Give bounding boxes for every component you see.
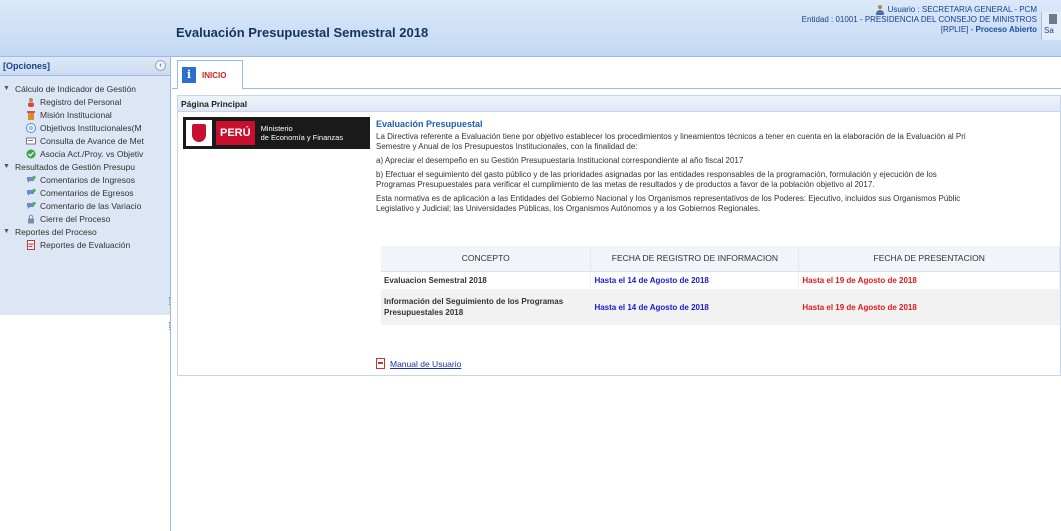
- paragraph: a) Apreciar el desempeño en su Gestión P…: [376, 156, 744, 165]
- presentation-date-cell: Hasta el 19 de Agosto de 2018: [798, 289, 1060, 325]
- menu-item-cierre-proceso[interactable]: Cierre del Proceso: [0, 212, 170, 225]
- session-info: Usuario : SECRETARIA GENERAL - PCM Entid…: [801, 5, 1038, 34]
- manual-link-row: Manual de Usuario: [376, 358, 461, 369]
- exit-button[interactable]: Sa: [1041, 12, 1061, 40]
- people-icon: [28, 97, 34, 107]
- ministry-logo: PERÚ Ministerio de Economía y Finanzas: [183, 117, 370, 149]
- process-status: Proceso Abierto: [975, 25, 1038, 34]
- concept-cell: Evaluacion Semestral 2018: [381, 271, 592, 289]
- section-heading: Evaluación Presupuestal: [376, 119, 483, 129]
- exit-icon: [1049, 14, 1057, 24]
- logo-ministry-line1: Ministerio: [260, 124, 293, 133]
- comment-icon: [27, 201, 36, 209]
- app-header: Evaluación Presupuestal Semestral 2018 U…: [0, 0, 1061, 57]
- tab-bar: i INICIO: [172, 57, 1061, 89]
- info-icon: i: [182, 67, 196, 83]
- user-label: Usuario : SECRETARIA GENERAL - PCM: [887, 5, 1037, 14]
- pdf-icon: [27, 239, 35, 250]
- panel-title: Página Principal: [177, 95, 1061, 112]
- page-title: Evaluación Presupuestal Semestral 2018: [176, 25, 429, 40]
- menu-item-comentario-variaciones[interactable]: Comentario de las Variacio: [0, 199, 170, 212]
- lock-icon: [28, 214, 34, 223]
- paragraph: Legislativo y Judicial; las Universidade…: [376, 204, 761, 213]
- paragraph: Programas Presupuestales para verificar …: [376, 180, 875, 189]
- register-date-cell: Hasta el 14 de Agosto de 2018: [590, 271, 800, 289]
- pdf-icon: [376, 358, 385, 369]
- menu-item-registro-personal[interactable]: Registro del Personal: [0, 95, 170, 108]
- column-header: FECHA DE REGISTRO DE INFORMACION: [590, 246, 800, 272]
- manual-de-usuario-link[interactable]: Manual de Usuario: [390, 359, 461, 369]
- menu-item-reportes-evaluacion[interactable]: Reportes de Evaluación: [0, 238, 170, 251]
- deadlines-table: CONCEPTO FECHA DE REGISTRO DE INFORMACIO…: [381, 246, 1060, 325]
- report-icon: [26, 137, 36, 144]
- presentation-date-cell: Hasta el 19 de Agosto de 2018: [798, 271, 1060, 289]
- expand-arrow-icon: ▼: [3, 85, 10, 92]
- menu-item-objetivos[interactable]: Objetivos Institucionales(M: [0, 121, 170, 134]
- logo-ministry-line2: de Economía y Finanzas: [260, 133, 344, 142]
- paragraph: La Directiva referente a Evaluación tien…: [376, 132, 966, 141]
- table-row: Evaluacion Semestral 2018 Hasta el 14 de…: [381, 271, 1060, 289]
- target-icon: [26, 122, 36, 133]
- logo-country: PERÚ: [216, 121, 255, 145]
- tree-group-calculo[interactable]: ▼ Cálculo de Indicador de Gestión: [0, 82, 170, 95]
- intro-text: Evaluación Presupuestal La Directiva ref…: [376, 119, 1061, 214]
- sidebar: [Opciones] ‹ ▼ Cálculo de Indicador de G…: [0, 57, 171, 531]
- menu-item-comentarios-ingresos[interactable]: Comentarios de Ingresos: [0, 173, 170, 186]
- paragraph: Semestre y Anual de los Presupuestos Ins…: [376, 142, 638, 151]
- paragraph: Esta normativa es de aplicación a las En…: [376, 194, 961, 203]
- entity-label: Entidad : 01001 - PRESIDENCIA DEL CONSEJ…: [801, 15, 1037, 24]
- user-icon: [875, 5, 885, 15]
- table-row: Información del Seguimiento de los Progr…: [381, 289, 1060, 325]
- concept-cell: Información del Seguimiento de los Progr…: [381, 289, 592, 325]
- splitter-handle[interactable]: [169, 297, 171, 305]
- menu-tree: ▼ Cálculo de Indicador de Gestión Regist…: [0, 76, 170, 315]
- comment-icon: [27, 175, 36, 183]
- menu-item-consulta-avance[interactable]: Consulta de Avance de Met: [0, 134, 170, 147]
- comment-icon: [27, 188, 36, 196]
- menu-item-asocia[interactable]: Asocia Act./Proy. vs Objetiv: [0, 147, 170, 160]
- splitter-handle[interactable]: [169, 322, 171, 330]
- collapse-sidebar-button[interactable]: ‹: [155, 60, 166, 71]
- expand-arrow-icon: ▼: [3, 163, 10, 170]
- column-header: FECHA DE PRESENTACION: [798, 246, 1060, 272]
- tree-group-resultados[interactable]: ▼ Resultados de Gestión Presupu: [0, 160, 170, 173]
- expand-arrow-icon: ▼: [3, 228, 10, 235]
- main-area: i INICIO Página Principal PERÚ Ministeri…: [172, 57, 1061, 531]
- entity-code: [RPLIE]: [940, 25, 969, 34]
- menu-item-comentarios-egresos[interactable]: Comentarios de Egresos: [0, 186, 170, 199]
- coat-of-arms-icon: [186, 120, 212, 146]
- table-header-row: CONCEPTO FECHA DE REGISTRO DE INFORMACIO…: [381, 246, 1060, 272]
- sidebar-title: [Opciones]: [3, 61, 51, 71]
- check-icon: [26, 149, 36, 158]
- tree-group-reportes[interactable]: ▼ Reportes del Proceso: [0, 225, 170, 238]
- paragraph: b) Efectuar el seguimiento del gasto púb…: [376, 170, 937, 179]
- building-icon: [27, 110, 35, 120]
- tab-inicio[interactable]: i INICIO: [177, 60, 243, 89]
- panel-content: PERÚ Ministerio de Economía y Finanzas E…: [177, 112, 1061, 376]
- menu-item-mision[interactable]: Misión Institucional: [0, 108, 170, 121]
- sidebar-header: [Opciones] ‹: [0, 57, 170, 76]
- register-date-cell: Hasta el 14 de Agosto de 2018: [590, 289, 800, 325]
- column-header: CONCEPTO: [381, 246, 592, 272]
